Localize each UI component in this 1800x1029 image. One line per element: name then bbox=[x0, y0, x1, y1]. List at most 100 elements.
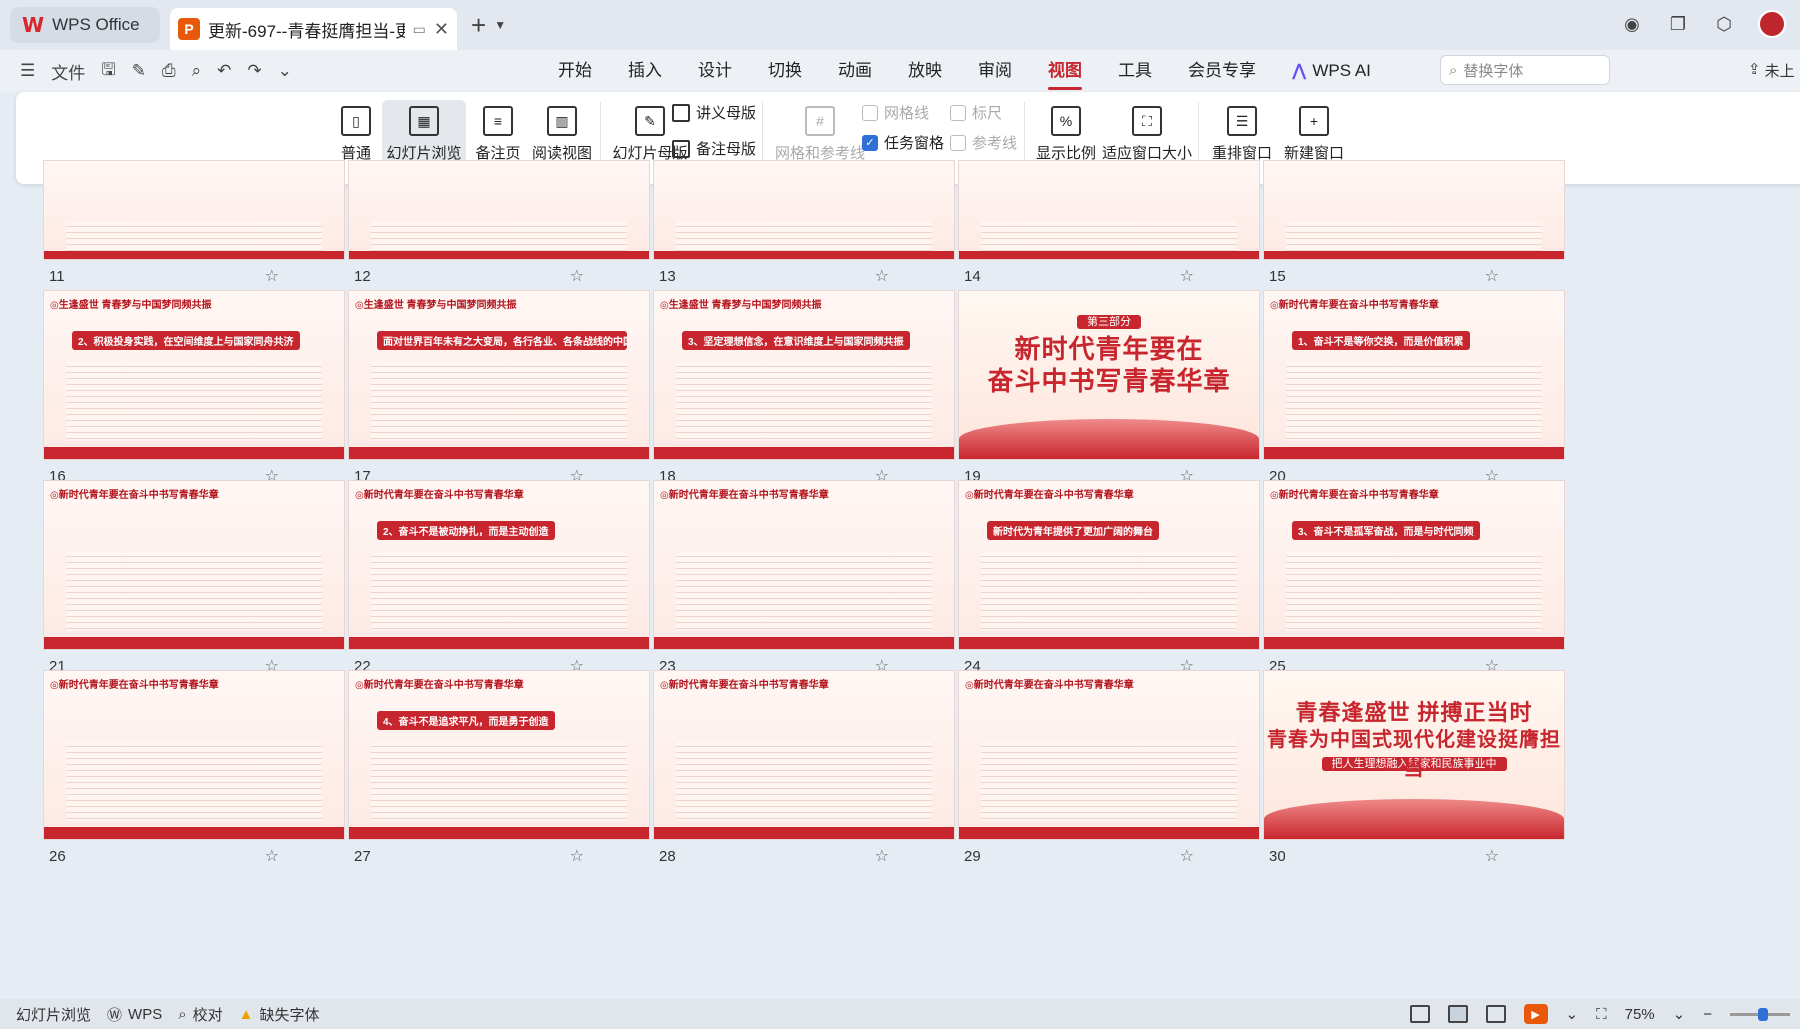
tab-transitions[interactable]: 切换 bbox=[750, 50, 820, 92]
slide-thumbnail-cell[interactable]: ◎新时代青年要在奋斗中书写青春华章 23 ☆ bbox=[653, 480, 955, 682]
slide-thumbnail-cell[interactable]: 11 ☆ bbox=[43, 160, 345, 292]
slide-thumbnail[interactable] bbox=[958, 160, 1260, 260]
handout-master-button[interactable]: 讲义母版 bbox=[672, 102, 756, 123]
slide-thumbnail[interactable]: ◎生逢盛世 青春梦与中国梦同频共振 面对世界百年未有之大变局，各行各业、各条战线的… bbox=[348, 290, 650, 460]
copilot-icon[interactable]: ◉ bbox=[1620, 12, 1644, 36]
play-slideshow-icon[interactable]: ▶ bbox=[1523, 1004, 1548, 1024]
favorite-star-icon[interactable]: ☆ bbox=[1180, 266, 1194, 286]
favorite-star-icon[interactable]: ☆ bbox=[265, 846, 279, 866]
favorite-star-icon[interactable]: ☆ bbox=[875, 846, 889, 866]
reading-view-status-icon[interactable] bbox=[1485, 1005, 1506, 1023]
tab-view[interactable]: 视图 bbox=[1030, 50, 1100, 92]
slide-thumbnail-cell[interactable]: ◎新时代青年要在奋斗中书写青春华章 2、奋斗不是被动挣扎，而是主动创造 22 ☆ bbox=[348, 480, 650, 682]
close-icon[interactable]: ✕ bbox=[434, 19, 449, 40]
gridlines-checkbox[interactable]: 网格线 bbox=[862, 102, 929, 123]
tab-tools[interactable]: 工具 bbox=[1100, 50, 1170, 92]
slide-thumbnail[interactable] bbox=[43, 160, 345, 260]
slide-thumbnail[interactable]: ◎生逢盛世 青春梦与中国梦同频共振 3、坚定理想信念，在意识维度上与国家同频共振 bbox=[653, 290, 955, 460]
slide-thumbnail-cell[interactable]: ◎新时代青年要在奋斗中书写青春华章 28 ☆ bbox=[653, 670, 955, 872]
slide-thumbnail[interactable]: ◎生逢盛世 青春梦与中国梦同频共振 2、积极投身实践，在空间维度上与国家同舟共济 bbox=[43, 290, 345, 460]
home-tab[interactable]: W WPS Office bbox=[10, 7, 160, 43]
slide-thumbnail-cell[interactable]: ◎新时代青年要在奋斗中书写青春华章 新时代为青年提供了更加广阔的舞台 24 ☆ bbox=[958, 480, 1260, 682]
slide-thumbnail[interactable]: ◎新时代青年要在奋斗中书写青春华章 bbox=[43, 480, 345, 650]
avatar[interactable] bbox=[1758, 10, 1786, 38]
favorite-star-icon[interactable]: ☆ bbox=[1485, 846, 1499, 866]
monitor-icon[interactable]: ▭ bbox=[413, 21, 426, 38]
slide-thumbnail-cell[interactable]: ◎新时代青年要在奋斗中书写青春华章 3、奋斗不是孤军奋战，而是与时代同频 25 ☆ bbox=[1263, 480, 1565, 682]
slide-thumbnail-cell[interactable]: 把人生理想融入国家和民族事业中 青春逢盛世 拼搏正当时 青春为中国式现代化建设挺膺担… bbox=[1263, 670, 1565, 872]
tab-wps-ai[interactable]: ⋀ WPS AI bbox=[1274, 50, 1389, 92]
zoom-slider-thumb[interactable] bbox=[1758, 1007, 1768, 1021]
new-tab-button[interactable]: + bbox=[471, 10, 486, 41]
play-chevron-icon[interactable]: ⌄ bbox=[1566, 1005, 1579, 1023]
slide-thumbnail[interactable]: ◎新时代青年要在奋斗中书写青春华章 bbox=[958, 670, 1260, 840]
zoom-out-icon[interactable]: − bbox=[1703, 1006, 1712, 1023]
save-icon[interactable]: 🖫 bbox=[101, 57, 115, 86]
tab-insert[interactable]: 插入 bbox=[610, 50, 680, 92]
brush-icon[interactable]: ✎ bbox=[132, 61, 146, 81]
proofing-status[interactable]: ⌕ 校对 bbox=[178, 1004, 222, 1025]
slide-thumbnail-cell[interactable]: ◎生逢盛世 青春梦与中国梦同频共振 面对世界百年未有之大变局，各行各业、各条战线的… bbox=[348, 290, 650, 492]
slide-thumbnail[interactable]: 第三部分 新时代青年要在 奋斗中书写青春华章 bbox=[958, 290, 1260, 460]
slide-thumbnail[interactable]: ◎新时代青年要在奋斗中书写青春华章 bbox=[653, 480, 955, 650]
slide-thumbnail-cell[interactable]: ◎新时代青年要在奋斗中书写青春华章 1、奋斗不是等你交换，而是价值积累 20 ☆ bbox=[1263, 290, 1565, 492]
task-pane-checkbox[interactable]: ✓ 任务窗格 bbox=[862, 132, 944, 153]
notes-master-button[interactable]: 备注母版 bbox=[672, 138, 756, 159]
slide-thumbnail-cell[interactable]: ◎新时代青年要在奋斗中书写青春华章 26 ☆ bbox=[43, 670, 345, 872]
wps-status[interactable]: Ⓦ WPS bbox=[107, 1004, 162, 1025]
slide-thumbnail[interactable]: 把人生理想融入国家和民族事业中 青春逢盛世 拼搏正当时 青春为中国式现代化建设挺膺担… bbox=[1263, 670, 1565, 840]
favorite-star-icon[interactable]: ☆ bbox=[570, 846, 584, 866]
cube-icon[interactable]: ⬡ bbox=[1712, 12, 1736, 36]
document-tab[interactable]: P 更新-697--青春挺膺担当-更新 ▭ ✕ bbox=[170, 8, 457, 50]
missing-font-status[interactable]: ▲ 缺失字体 bbox=[239, 1004, 320, 1025]
favorite-star-icon[interactable]: ☆ bbox=[1180, 846, 1194, 866]
tab-slideshow[interactable]: 放映 bbox=[890, 50, 960, 92]
tab-member[interactable]: 会员专享 bbox=[1170, 50, 1274, 92]
slide-thumbnail-cell[interactable]: 12 ☆ bbox=[348, 160, 650, 292]
slide-thumbnail-cell[interactable]: ◎新时代青年要在奋斗中书写青春华章 21 ☆ bbox=[43, 480, 345, 682]
slide-thumbnail-cell[interactable]: ◎新时代青年要在奋斗中书写青春华章 29 ☆ bbox=[958, 670, 1260, 872]
slide-thumbnail[interactable]: ◎新时代青年要在奋斗中书写青春华章 bbox=[653, 670, 955, 840]
slide-thumbnail-cell[interactable]: 14 ☆ bbox=[958, 160, 1260, 292]
slide-thumbnail-cell[interactable]: ◎新时代青年要在奋斗中书写青春华章 4、奋斗不是追求平凡，而是勇于创造 27 ☆ bbox=[348, 670, 650, 872]
slide-thumbnail[interactable]: ◎新时代青年要在奋斗中书写青春华章 bbox=[43, 670, 345, 840]
tab-animations[interactable]: 动画 bbox=[820, 50, 890, 92]
print-preview-icon[interactable]: ⌕ bbox=[192, 61, 202, 81]
slide-thumbnail[interactable]: ◎新时代青年要在奋斗中书写青春华章 新时代为青年提供了更加广阔的舞台 bbox=[958, 480, 1260, 650]
file-menu[interactable]: 文件 bbox=[51, 59, 85, 84]
hamburger-icon[interactable]: ☰ bbox=[20, 61, 35, 81]
slide-thumbnail[interactable]: ◎新时代青年要在奋斗中书写青春华章 1、奋斗不是等你交换，而是价值积累 bbox=[1263, 290, 1565, 460]
zoom-level[interactable]: 75% bbox=[1625, 1006, 1655, 1023]
tab-home[interactable]: 开始 bbox=[540, 50, 610, 92]
slide-thumbnail[interactable]: ◎新时代青年要在奋斗中书写青春华章 2、奋斗不是被动挣扎，而是主动创造 bbox=[348, 480, 650, 650]
slide-thumbnail-cell[interactable]: ◎生逢盛世 青春梦与中国梦同频共振 3、坚定理想信念，在意识维度上与国家同频共振 1… bbox=[653, 290, 955, 492]
slide-thumbnail-cell[interactable]: 13 ☆ bbox=[653, 160, 955, 292]
ruler-checkbox[interactable]: 标尺 bbox=[950, 102, 1002, 123]
slide-thumbnail[interactable] bbox=[653, 160, 955, 260]
tab-review[interactable]: 审阅 bbox=[960, 50, 1030, 92]
slide-thumbnail[interactable]: ◎新时代青年要在奋斗中书写青春华章 3、奋斗不是孤军奋战，而是与时代同频 bbox=[1263, 480, 1565, 650]
guides-checkbox[interactable]: 参考线 bbox=[950, 132, 1017, 153]
print-icon[interactable]: ⎙ bbox=[162, 61, 176, 81]
favorite-star-icon[interactable]: ☆ bbox=[570, 266, 584, 286]
slide-thumbnail[interactable] bbox=[348, 160, 650, 260]
window-icon[interactable]: ❐ bbox=[1666, 12, 1690, 36]
slide-thumbnail-cell[interactable]: ◎生逢盛世 青春梦与中国梦同频共振 2、积极投身实践，在空间维度上与国家同舟共济 1… bbox=[43, 290, 345, 492]
fit-slide-icon[interactable]: ⛶ bbox=[1596, 1006, 1607, 1023]
cloud-status[interactable]: ⇪ 未上 bbox=[1748, 60, 1795, 81]
chevron-down-icon[interactable]: ▼ bbox=[494, 18, 506, 32]
redo-icon[interactable]: ↷ bbox=[247, 61, 261, 81]
undo-icon[interactable]: ↶ bbox=[217, 61, 231, 81]
zoom-chevron-icon[interactable]: ⌄ bbox=[1673, 1005, 1686, 1023]
slide-thumbnail[interactable] bbox=[1263, 160, 1565, 260]
favorite-star-icon[interactable]: ☆ bbox=[875, 266, 889, 286]
tab-design[interactable]: 设计 bbox=[680, 50, 750, 92]
zoom-slider[interactable] bbox=[1730, 1007, 1790, 1021]
normal-view-status-icon[interactable] bbox=[1409, 1005, 1430, 1023]
favorite-star-icon[interactable]: ☆ bbox=[265, 266, 279, 286]
favorite-star-icon[interactable]: ☆ bbox=[1485, 266, 1499, 286]
more-chevron-icon[interactable]: ⌄ bbox=[278, 61, 292, 81]
slide-sorter-status-icon[interactable] bbox=[1447, 1005, 1468, 1023]
slide-thumbnail-cell[interactable]: 第三部分 新时代青年要在 奋斗中书写青春华章 19 ☆ bbox=[958, 290, 1260, 492]
slide-thumbnail[interactable]: ◎新时代青年要在奋斗中书写青春华章 4、奋斗不是追求平凡，而是勇于创造 bbox=[348, 670, 650, 840]
